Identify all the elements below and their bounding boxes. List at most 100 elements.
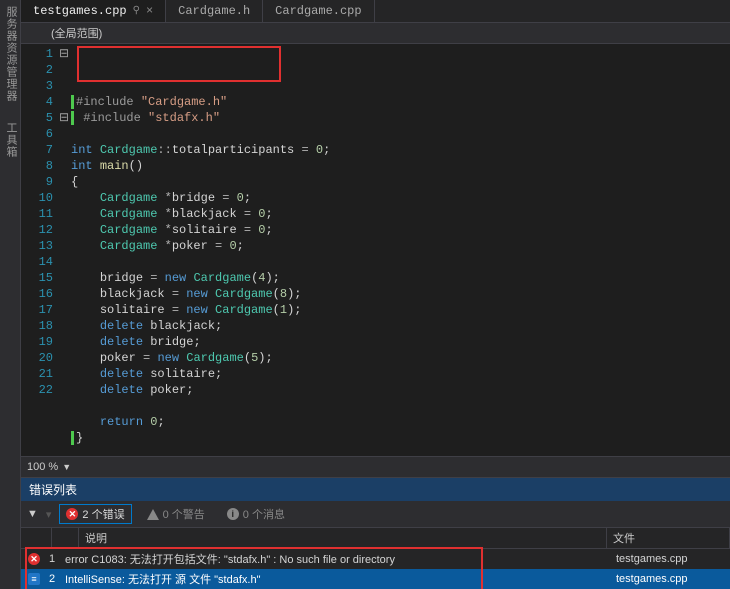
fold-toggle (59, 366, 71, 382)
code-line[interactable]: poker = new Cardgame(5); (71, 350, 730, 366)
fold-toggle (59, 350, 71, 366)
error-list-header: 说明 文件 (21, 527, 730, 549)
line-number: 5 (21, 110, 53, 126)
error-list-title: 错误列表 (21, 478, 730, 501)
sidebar-tab-toolbox[interactable]: 工具箱 (2, 122, 18, 158)
error-file: testgames.cpp (610, 573, 726, 585)
close-icon[interactable]: × (146, 4, 153, 18)
zoom-bar[interactable]: 100 % ▼ (21, 456, 730, 477)
pin-icon[interactable]: ⚲ (133, 5, 140, 17)
tab-label: testgames.cpp (33, 4, 127, 18)
line-number: 17 (21, 302, 53, 318)
warning-icon (147, 509, 159, 520)
code-line[interactable] (71, 254, 730, 270)
line-number: 21 (21, 366, 53, 382)
code-line[interactable] (71, 126, 730, 142)
tab-cardgame-cpp[interactable]: Cardgame.cpp (263, 0, 374, 22)
code-line[interactable] (71, 398, 730, 414)
code-line[interactable]: Cardgame *blackjack = 0; (71, 206, 730, 222)
code-line[interactable]: Cardgame *poker = 0; (71, 238, 730, 254)
line-number: 4 (21, 94, 53, 110)
fold-toggle (59, 302, 71, 318)
code-line[interactable]: return 0; (71, 414, 730, 430)
code-line[interactable]: Cardgame *bridge = 0; (71, 190, 730, 206)
error-file: testgames.cpp (610, 553, 726, 565)
fold-toggle (59, 222, 71, 238)
fold-toggle (59, 62, 71, 78)
code-line[interactable]: delete bridge; (71, 334, 730, 350)
scope-bar[interactable]: (全局范围) (21, 23, 730, 44)
chevron-down-icon[interactable]: ▼ (62, 462, 71, 472)
column-file[interactable]: 文件 (607, 528, 730, 548)
code-line[interactable]: delete solitaire; (71, 366, 730, 382)
messages-filter-button[interactable]: i 0 个消息 (220, 504, 292, 524)
fold-toggle (59, 174, 71, 190)
warnings-count: 0 个警告 (163, 506, 205, 522)
messages-count: 0 个消息 (243, 506, 285, 522)
line-number: 22 (21, 382, 53, 398)
line-number: 20 (21, 350, 53, 366)
fold-toggle (59, 318, 71, 334)
tab-label: Cardgame.cpp (275, 4, 361, 18)
line-number: 19 (21, 334, 53, 350)
code-line[interactable]: delete poker; (71, 382, 730, 398)
line-number: 10 (21, 190, 53, 206)
left-sidebar: 服务器资源管理器 工具箱 (0, 0, 21, 589)
error-description: IntelliSense: 无法打开 源 文件 "stdafx.h" (61, 571, 606, 587)
error-description: error C1083: 无法打开包括文件: "stdafx.h" : No s… (61, 551, 606, 567)
code-line[interactable]: solitaire = new Cardgame(1); (71, 302, 730, 318)
error-list-rows: ✕1error C1083: 无法打开包括文件: "stdafx.h" : No… (21, 549, 730, 589)
line-number: 18 (21, 318, 53, 334)
filter-icon[interactable]: ▼ (27, 508, 38, 520)
fold-toggle[interactable]: ⊟ (59, 110, 71, 126)
line-number: 13 (21, 238, 53, 254)
info-icon: i (227, 508, 239, 520)
fold-toggle (59, 126, 71, 142)
tab-label: Cardgame.h (178, 4, 250, 18)
sidebar-tab-server-explorer[interactable]: 服务器资源管理器 (2, 6, 18, 102)
fold-toggle (59, 190, 71, 206)
line-number-gutter: 12345678910111213141516171819202122 (21, 44, 59, 456)
errors-filter-button[interactable]: ✕ 2 个错误 (59, 504, 131, 524)
fold-toggle (59, 158, 71, 174)
column-description[interactable]: 说明 (79, 528, 607, 548)
fold-toggle (59, 206, 71, 222)
fold-gutter[interactable]: ⊟ ⊟ (59, 44, 71, 456)
tab-cardgame-h[interactable]: Cardgame.h (166, 0, 263, 22)
code-line[interactable]: delete blackjack; (71, 318, 730, 334)
fold-toggle[interactable]: ⊟ (59, 46, 71, 62)
code-line[interactable]: #include "Cardgame.h" (71, 94, 730, 110)
code-line[interactable]: } (71, 430, 730, 446)
fold-toggle (59, 78, 71, 94)
code-line[interactable]: int Cardgame::totalparticipants = 0; (71, 142, 730, 158)
fold-toggle (59, 334, 71, 350)
line-number: 3 (21, 78, 53, 94)
code-line[interactable]: blackjack = new Cardgame(8); (71, 286, 730, 302)
fold-toggle (59, 94, 71, 110)
line-number: 7 (21, 142, 53, 158)
error-list-panel: 错误列表 ▼ ▾ ✕ 2 个错误 0 个警告 i 0 个消息 (21, 477, 730, 589)
editor-tab-bar: testgames.cpp ⚲ × Cardgame.h Cardgame.cp… (21, 0, 730, 23)
error-row[interactable]: ✕1error C1083: 无法打开包括文件: "stdafx.h" : No… (21, 549, 730, 569)
line-number: 1 (21, 46, 53, 62)
code-line[interactable]: Cardgame *solitaire = 0; (71, 222, 730, 238)
code-line[interactable]: bridge = new Cardgame(4); (71, 270, 730, 286)
annotation-box-1 (77, 46, 281, 82)
code-line[interactable]: int main() (71, 158, 730, 174)
error-row[interactable]: ≡2IntelliSense: 无法打开 源 文件 "stdafx.h"test… (21, 569, 730, 589)
code-editor[interactable]: 12345678910111213141516171819202122 ⊟ ⊟ … (21, 44, 730, 456)
code-line[interactable]: #include "stdafx.h" (71, 110, 730, 126)
line-number: 16 (21, 286, 53, 302)
line-number: 14 (21, 254, 53, 270)
line-number: 9 (21, 174, 53, 190)
error-list-toolbar: ▼ ▾ ✕ 2 个错误 0 个警告 i 0 个消息 (21, 501, 730, 527)
fold-toggle (59, 270, 71, 286)
code-area[interactable]: #include "Cardgame.h" #include "stdafx.h… (71, 44, 730, 456)
warnings-filter-button[interactable]: 0 个警告 (140, 504, 212, 524)
error-index: 1 (47, 553, 57, 565)
line-number: 6 (21, 126, 53, 142)
tab-testgames[interactable]: testgames.cpp ⚲ × (21, 0, 166, 22)
scope-label: (全局范围) (51, 25, 102, 41)
code-line[interactable]: { (71, 174, 730, 190)
line-number: 12 (21, 222, 53, 238)
